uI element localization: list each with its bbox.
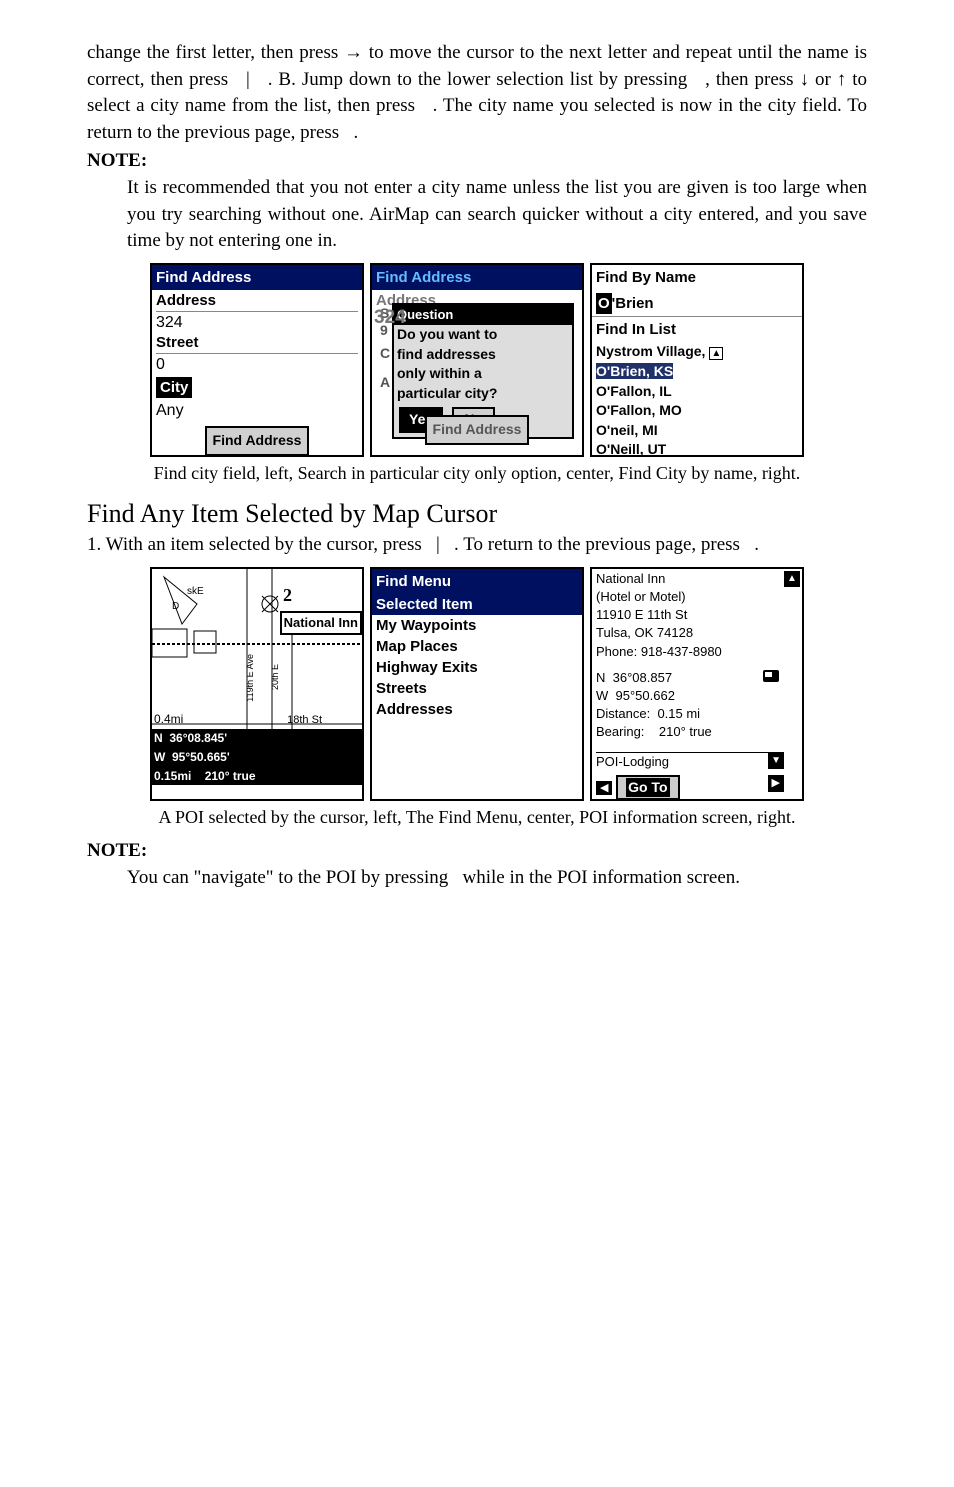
list-item[interactable]: O'Fallon, IL <box>592 382 802 402</box>
find-in-list-label: Find In List <box>592 316 802 342</box>
street-value[interactable]: 0 <box>156 353 358 374</box>
city-label: City <box>156 377 192 398</box>
address-value-dimmed: 324 <box>374 305 406 332</box>
list-item-selected[interactable]: O'Brien, KS <box>592 362 802 382</box>
map-area[interactable]: skE D 2 National Inn 119th E Ave 20th E … <box>152 569 362 729</box>
poi-lat: N 36°08.857 <box>596 669 784 687</box>
paragraph-1: change the first letter, then press → to… <box>87 40 867 146</box>
name-rest[interactable]: 'Brien <box>612 295 654 312</box>
menu-item[interactable]: My Waypoints <box>372 615 582 636</box>
note-label-1: NOTE: <box>87 148 867 175</box>
find-address-button[interactable]: Find Address <box>205 426 310 456</box>
window-title-dimmed: Find Address <box>372 265 582 290</box>
svg-text:D: D <box>172 601 179 612</box>
status-lat: N 36°08.845' <box>152 729 362 748</box>
panel-find-by-name: Find By Name O'Brien Find In List Nystro… <box>590 263 804 457</box>
road-label-2: 20th E <box>269 664 282 690</box>
section-heading: Find Any Item Selected by Map Cursor <box>87 496 867 532</box>
menu-item[interactable]: Map Places <box>372 636 582 657</box>
panel-find-address-dialog: Find Address Address S 9 C A Question Do… <box>370 263 584 457</box>
panel-poi-info: ▲ National Inn (Hotel or Motel) 11910 E … <box>590 567 804 801</box>
figure-row-2: skE D 2 National Inn 119th E Ave 20th E … <box>87 567 867 801</box>
left-arrow-icon[interactable]: ◀ <box>596 781 612 795</box>
status-dist-brg: 0.15mi 210° true <box>152 767 362 786</box>
poi-lon: W 95°50.662 <box>596 687 784 705</box>
city-value[interactable]: Any <box>156 400 358 420</box>
svg-text:skE: skE <box>187 586 204 597</box>
poi-category: POI-Lodging ▼ <box>596 752 784 771</box>
window-title: Find Address <box>152 265 362 290</box>
flag-icon <box>762 669 780 688</box>
cursor-letter[interactable]: O <box>596 293 612 314</box>
note-label-2: NOTE: <box>87 838 867 865</box>
map-roads: skE D <box>152 569 362 729</box>
list-item[interactable]: O'Fallon, MO <box>592 401 802 421</box>
q-line-1: Do you want to <box>394 325 572 345</box>
poi-city: Tulsa, OK 74128 <box>596 624 784 642</box>
right-arrow-icon[interactable]: ▶ <box>768 775 784 792</box>
menu-item[interactable]: Streets <box>372 678 582 699</box>
poi-type: (Hotel or Motel) <box>596 588 784 606</box>
dropdown-icon[interactable]: ▼ <box>768 753 784 769</box>
poi-phone: Phone: 918-437-8980 <box>596 643 784 661</box>
menu-item[interactable]: Highway Exits <box>372 657 582 678</box>
menu-item[interactable]: Addresses <box>372 699 582 720</box>
poi-name: National Inn <box>596 570 784 588</box>
list-item[interactable]: Nystrom Village, ▲ <box>592 342 802 362</box>
cursor-number: 2 <box>283 583 292 608</box>
note-body-1: It is recommended that you not enter a c… <box>127 175 867 255</box>
list-item[interactable]: O'Neill, UT <box>592 440 802 456</box>
find-address-button-dimmed: Find Address <box>425 415 530 445</box>
panel-map-cursor: skE D 2 National Inn 119th E Ave 20th E … <box>150 567 364 801</box>
go-to-button[interactable]: Go To <box>616 775 679 801</box>
poi-distance: Distance: 0.15 mi <box>596 705 784 723</box>
poi-bearing: Bearing: 210° true <box>596 723 784 741</box>
note-body-2: You can "navigate" to the POI by pressin… <box>127 865 867 892</box>
paragraph-2: 1. With an item selected by the cursor, … <box>87 532 867 559</box>
poi-callout: National Inn <box>280 611 362 635</box>
window-title: Find Menu <box>372 569 582 594</box>
address-label: Address <box>156 290 358 311</box>
poi-address: 11910 E 11th St <box>596 606 784 624</box>
q-line-2: find addresses <box>394 345 572 365</box>
figure-1-caption: Find city field, left, Search in particu… <box>87 461 867 486</box>
road-label-1: 119th E Ave <box>244 654 257 702</box>
list-item[interactable]: O'neil, MI <box>592 421 802 441</box>
side-letter-c: C <box>380 345 390 362</box>
street-label: Street <box>156 332 358 353</box>
scroll-up-icon[interactable]: ▲ <box>784 571 800 587</box>
figure-2-caption: A POI selected by the cursor, left, The … <box>87 805 867 830</box>
address-value[interactable]: 324 <box>156 311 358 332</box>
q-line-4: particular city? <box>394 384 572 404</box>
map-scale: 0.4mi <box>154 711 183 728</box>
side-letter-a: A <box>380 374 390 391</box>
find-by-name-label: Find By Name <box>592 265 802 290</box>
q-line-3: only within a <box>394 364 572 384</box>
menu-item-selected[interactable]: Selected Item <box>372 594 582 615</box>
cross-street: 18th St <box>287 713 322 728</box>
figure-row-1: Find Address Address 324 Street 0 City A… <box>87 263 867 457</box>
dialog-title: Question <box>394 305 572 325</box>
panel-find-address-form: Find Address Address 324 Street 0 City A… <box>150 263 364 457</box>
status-lon: W 95°50.665' <box>152 748 362 767</box>
panel-find-menu: Find Menu Selected Item My Waypoints Map… <box>370 567 584 801</box>
